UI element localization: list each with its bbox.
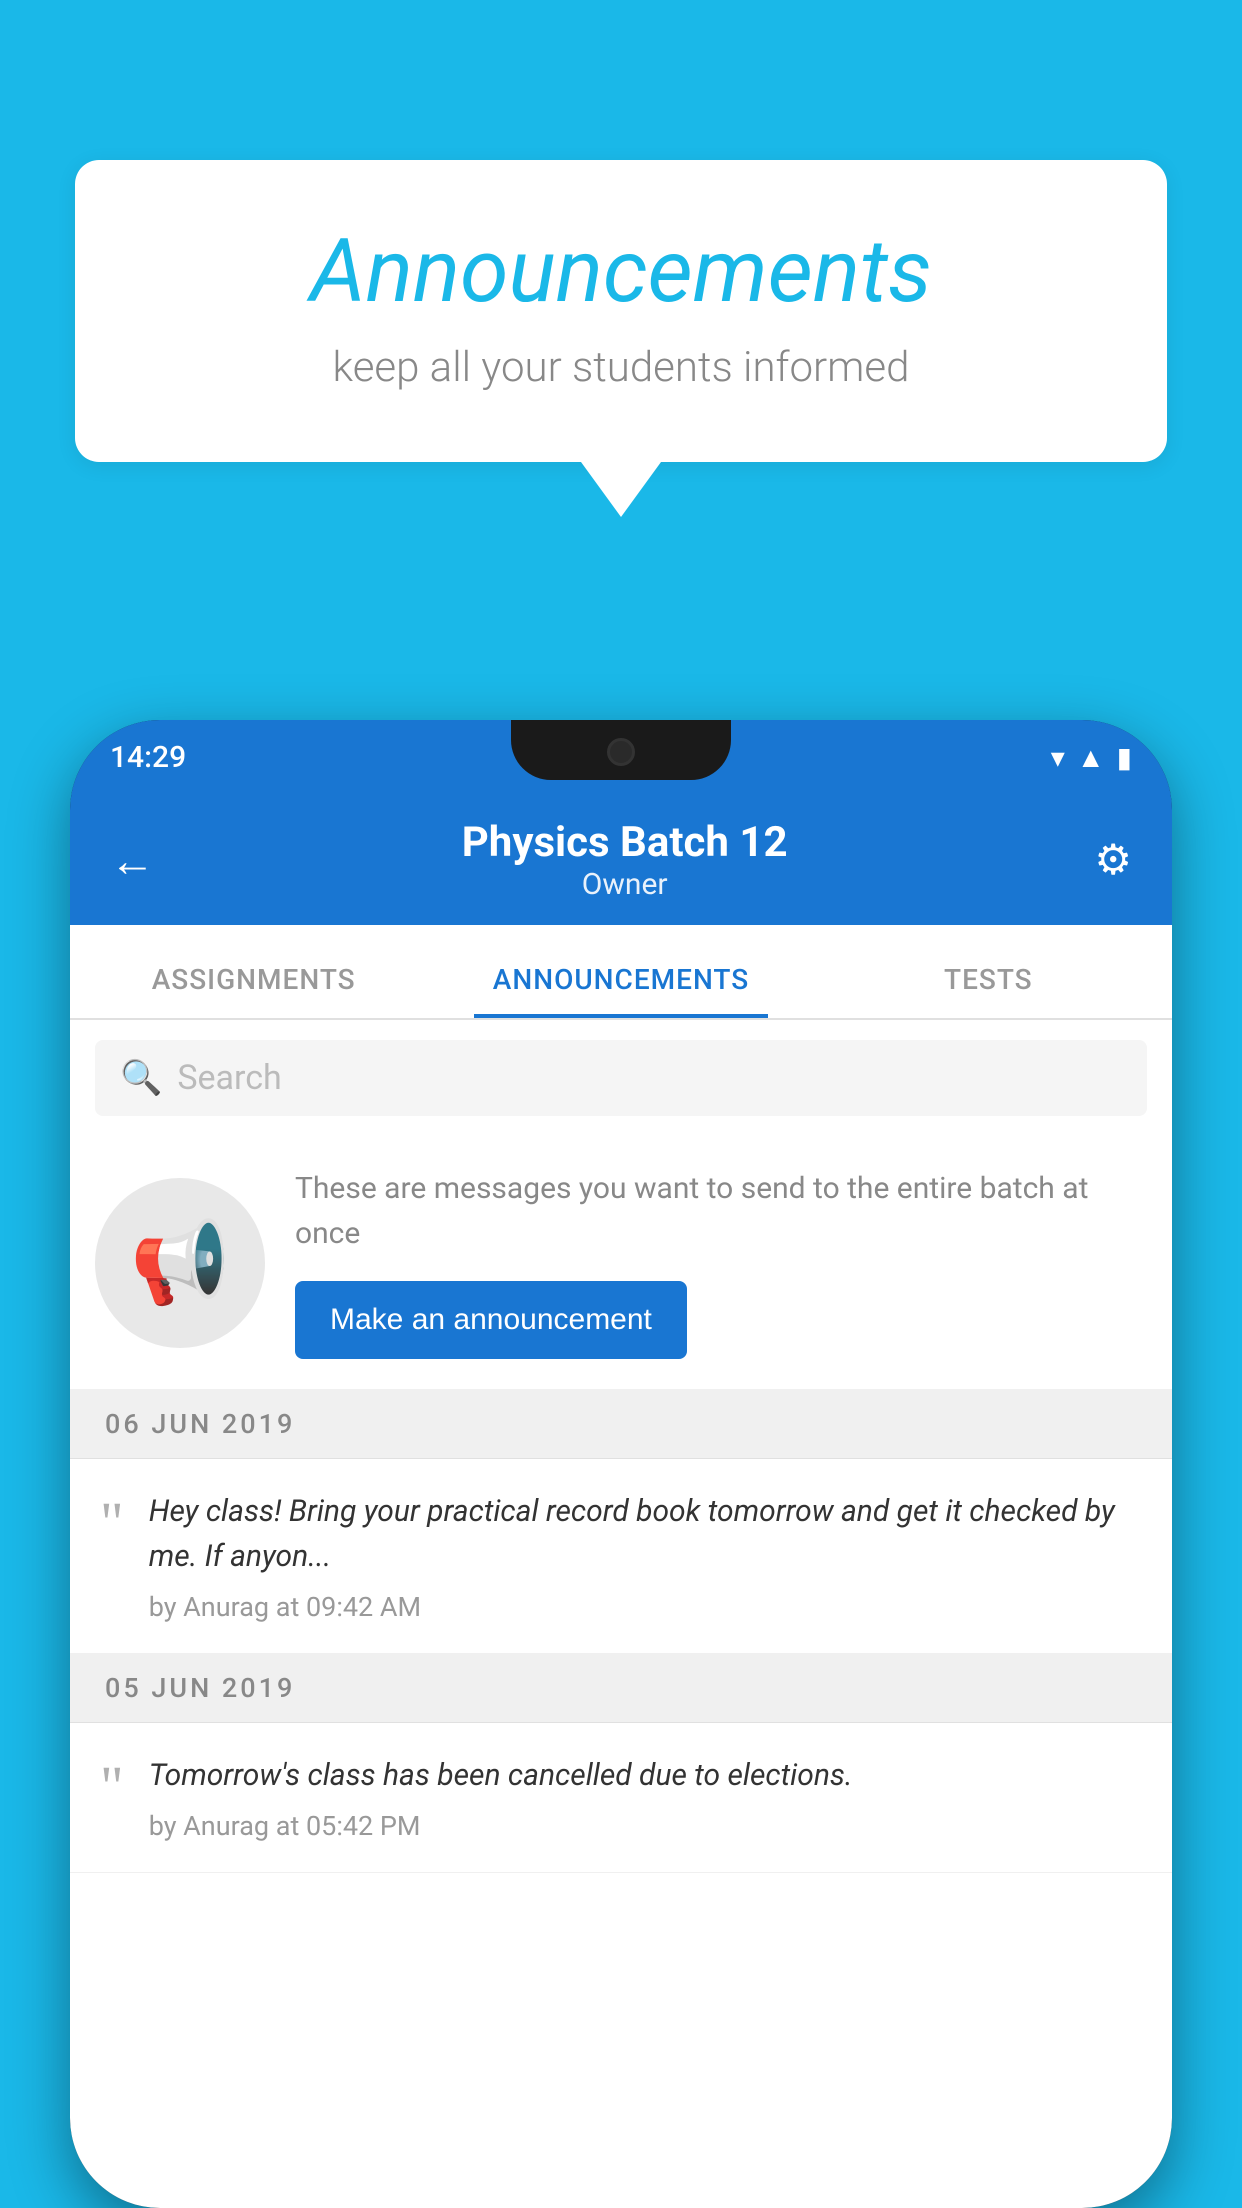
search-input-placeholder[interactable]: Search: [177, 1058, 281, 1098]
announcement-item-1[interactable]: " Hey class! Bring your practical record…: [70, 1459, 1172, 1654]
app-bar: ← Physics Batch 12 Owner ⚙: [70, 795, 1172, 925]
tabs-bar: ASSIGNMENTS ANNOUNCEMENTS TESTS: [70, 925, 1172, 1020]
quote-icon-1: ": [100, 1494, 124, 1552]
empty-state-section: 📢 These are messages you want to send to…: [70, 1136, 1172, 1390]
empty-state-content: These are messages you want to send to t…: [295, 1166, 1147, 1359]
speech-bubble-subtitle: keep all your students informed: [155, 343, 1087, 392]
announcement-meta-1: by Anurag at 09:42 AM: [149, 1591, 1142, 1623]
empty-state-description: These are messages you want to send to t…: [295, 1166, 1147, 1256]
announcement-icon-circle: 📢: [95, 1178, 265, 1348]
announcement-text-1: Hey class! Bring your practical record b…: [149, 1489, 1142, 1579]
back-button[interactable]: ←: [110, 834, 155, 887]
status-icons: ▾ ▲ ▮: [1051, 741, 1132, 774]
search-container: 🔍 Search: [70, 1020, 1172, 1136]
phone-notch: [511, 720, 731, 780]
announcement-content-2: Tomorrow's class has been cancelled due …: [149, 1753, 853, 1842]
announcement-text-2: Tomorrow's class has been cancelled due …: [149, 1753, 853, 1798]
speech-bubble-card: Announcements keep all your students inf…: [75, 160, 1167, 462]
wifi-icon: ▾: [1051, 741, 1065, 774]
announcement-content-1: Hey class! Bring your practical record b…: [149, 1489, 1142, 1623]
announcement-item-2[interactable]: " Tomorrow's class has been cancelled du…: [70, 1723, 1172, 1873]
date-separator-1: 06 JUN 2019: [70, 1390, 1172, 1459]
status-time: 14:29: [110, 740, 186, 775]
speech-bubble-arrow: [581, 462, 661, 517]
phone-frame: 14:29 ▾ ▲ ▮ ← Physics Batch 12 Owner ⚙: [70, 720, 1172, 2208]
phone-screen: 14:29 ▾ ▲ ▮ ← Physics Batch 12 Owner ⚙: [70, 720, 1172, 2208]
megaphone-icon: 📢: [130, 1216, 230, 1310]
signal-icon: ▲: [1077, 741, 1105, 774]
settings-icon[interactable]: ⚙: [1094, 835, 1132, 885]
announcement-meta-2: by Anurag at 05:42 PM: [149, 1810, 853, 1842]
speech-bubble-title: Announcements: [155, 220, 1087, 323]
app-bar-subtitle: Owner: [155, 867, 1094, 902]
search-icon: 🔍: [120, 1058, 162, 1098]
content-area: 🔍 Search 📢 These are messages you want t…: [70, 1020, 1172, 2208]
battery-icon: ▮: [1117, 741, 1132, 774]
quote-icon-2: ": [100, 1758, 124, 1816]
front-camera: [607, 738, 635, 766]
tab-assignments[interactable]: ASSIGNMENTS: [70, 963, 437, 1018]
app-bar-title-container: Physics Batch 12 Owner: [155, 818, 1094, 902]
make-announcement-button[interactable]: Make an announcement: [295, 1281, 687, 1359]
search-box[interactable]: 🔍 Search: [95, 1040, 1147, 1116]
date-separator-2: 05 JUN 2019: [70, 1654, 1172, 1723]
tab-announcements[interactable]: ANNOUNCEMENTS: [437, 963, 804, 1018]
app-bar-title: Physics Batch 12: [155, 818, 1094, 867]
phone-mockup: 14:29 ▾ ▲ ▮ ← Physics Batch 12 Owner ⚙: [70, 720, 1172, 2208]
tab-tests[interactable]: TESTS: [805, 963, 1172, 1018]
speech-bubble-section: Announcements keep all your students inf…: [75, 160, 1167, 517]
